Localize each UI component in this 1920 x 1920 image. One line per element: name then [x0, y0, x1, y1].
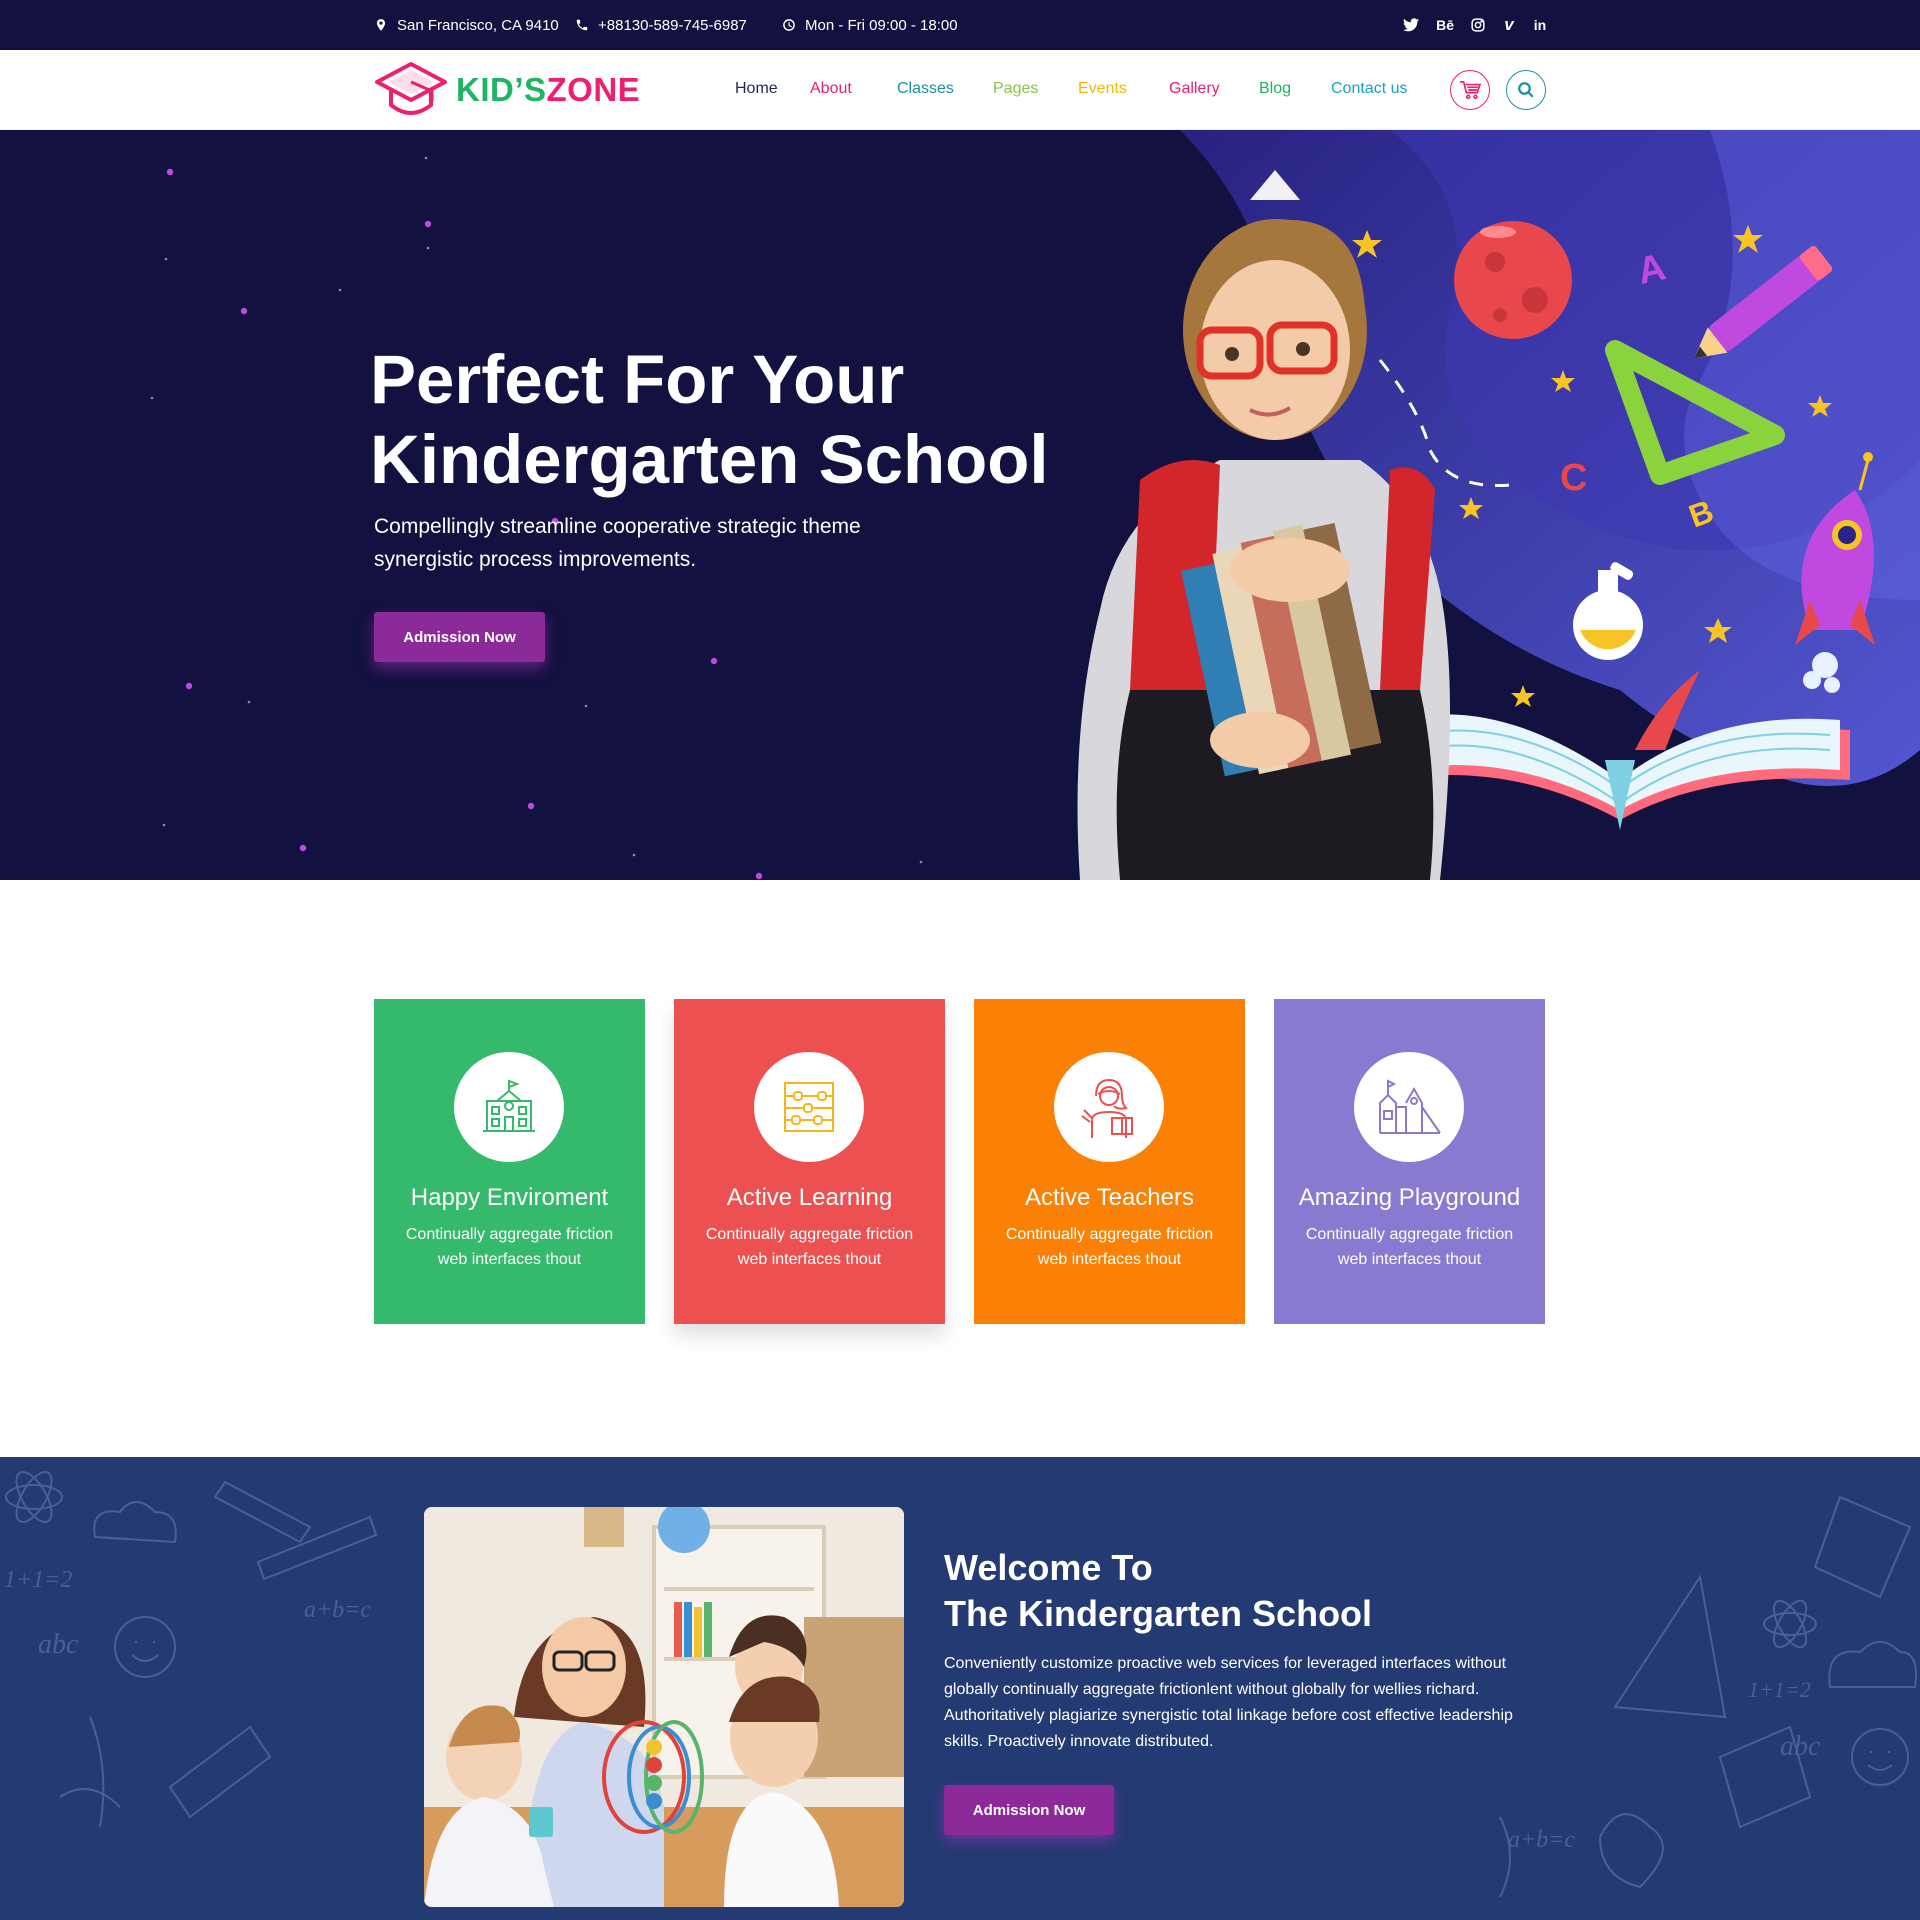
feature-icon-circle: [454, 1052, 564, 1162]
logo-text-kids: KID’S: [456, 71, 547, 108]
hero-subtitle-line1: Compellingly streamline cooperative stra…: [374, 515, 861, 538]
feature-text-line1: Continually aggregate friction: [1005, 1226, 1214, 1243]
logo[interactable]: KID’SZONE: [374, 58, 640, 122]
linkedin-icon[interactable]: in: [1533, 17, 1547, 33]
nav-classes[interactable]: Classes: [897, 80, 954, 98]
feature-icon-circle: [1354, 1052, 1464, 1162]
hero-subtitle-line2: synergistic process improvements.: [374, 548, 697, 571]
main-header: KID’SZONE Home About Classes Pages Event…: [0, 50, 1920, 130]
feature-text: Continually aggregate friction web inter…: [1294, 1222, 1525, 1272]
feature-text-line2: web interfaces thout: [1337, 1251, 1482, 1268]
welcome-title-line2: The Kindergarten School: [944, 1593, 1373, 1634]
search-icon: [1518, 82, 1534, 98]
feature-text-line2: web interfaces thout: [737, 1251, 882, 1268]
feature-text-line1: Continually aggregate friction: [405, 1226, 614, 1243]
hero-subtitle: Compellingly streamline cooperative stra…: [374, 510, 934, 576]
vimeo-icon[interactable]: v: [1502, 15, 1516, 35]
feature-title: Active Learning: [726, 1184, 893, 1211]
welcome-title: Welcome To The Kindergarten School: [944, 1545, 1372, 1637]
teacher-icon: [1081, 1078, 1133, 1138]
logo-text: KID’SZONE: [456, 71, 640, 109]
abacus-icon: [784, 1082, 834, 1132]
feature-text: Continually aggregate friction web inter…: [994, 1222, 1225, 1272]
nav-gallery[interactable]: Gallery: [1169, 80, 1220, 98]
location-text: San Francisco, CA 9410: [397, 16, 559, 34]
playground-icon: [1379, 1079, 1441, 1134]
welcome-admission-button[interactable]: Admission Now: [944, 1785, 1114, 1835]
hours-text: Mon - Fri 09:00 - 18:00: [805, 16, 958, 34]
doodle-formula-right: a+b=c: [1508, 1827, 1575, 1853]
hero-title-line1: Perfect For Your: [370, 341, 905, 418]
nav-contact[interactable]: Contact us: [1331, 80, 1407, 98]
feature-icon-circle: [754, 1052, 864, 1162]
logo-text-zone: ZONE: [546, 71, 641, 108]
feature-card-teachers[interactable]: Active Teachers Continually aggregate fr…: [974, 999, 1245, 1324]
search-button[interactable]: [1506, 70, 1546, 110]
social-links: Bē v in: [1403, 0, 1547, 50]
hero-admission-button[interactable]: Admission Now: [374, 612, 545, 662]
doodle-formula: a+b=c: [304, 1597, 371, 1623]
feature-card-playground[interactable]: Amazing Playground Continually aggregate…: [1274, 999, 1545, 1324]
cart-icon: [1460, 81, 1481, 100]
feature-text-line1: Continually aggregate friction: [705, 1226, 914, 1243]
hero-section: A C B Perfect For Your Kindergarten Scho…: [0, 130, 1920, 880]
nav-blog[interactable]: Blog: [1259, 80, 1291, 98]
feature-text: Continually aggregate friction web inter…: [394, 1222, 625, 1272]
behance-icon[interactable]: Bē: [1436, 17, 1454, 33]
feature-text-line2: web interfaces thout: [437, 1251, 582, 1268]
feature-title: Active Teachers: [1025, 1184, 1194, 1211]
nav-about[interactable]: About: [810, 80, 852, 98]
hero-title-line2: Kindergarten School: [370, 421, 1049, 498]
feature-text-line1: Continually aggregate friction: [1305, 1226, 1514, 1243]
school-building-icon: [483, 1079, 535, 1132]
page: San Francisco, CA 9410 +88130-589-745-69…: [0, 0, 1920, 1920]
hero-title: Perfect For Your Kindergarten School: [370, 340, 1070, 500]
hero-illustration: A C B: [1077, 130, 1920, 880]
phone-text: +88130-589-745-6987: [598, 16, 747, 34]
feature-text-line2: web interfaces thout: [1037, 1251, 1182, 1268]
graduation-cap-icon: [375, 62, 447, 115]
twitter-icon[interactable]: [1403, 18, 1420, 32]
phone-info[interactable]: +88130-589-745-6987: [575, 0, 747, 50]
welcome-text: Conveniently customize proactive web ser…: [944, 1655, 1513, 1750]
welcome-title-line1: Welcome To: [944, 1547, 1153, 1588]
map-pin-icon: [376, 19, 386, 31]
phone-icon: [576, 19, 588, 31]
location-info: San Francisco, CA 9410: [374, 0, 559, 50]
feature-card-learning[interactable]: Active Learning Continually aggregate fr…: [674, 999, 945, 1324]
instagram-icon[interactable]: [1471, 18, 1485, 32]
doodle-abc: abc: [38, 1629, 79, 1660]
cart-button[interactable]: [1450, 70, 1490, 110]
feature-icon-circle: [1054, 1052, 1164, 1162]
doodle-equation: 1+1=2: [4, 1567, 72, 1593]
feature-text: Continually aggregate friction web inter…: [694, 1222, 925, 1272]
classroom-photo: [424, 1507, 904, 1907]
doodle-equation-right: 1+1=2: [1748, 1677, 1811, 1702]
letter-c: C: [1560, 457, 1587, 499]
nav-home[interactable]: Home: [735, 80, 778, 98]
nav-pages[interactable]: Pages: [993, 80, 1038, 98]
welcome-section: 1+1=2 abc a+b=c 1+1=2 abc a+b=c Welcome …: [0, 1457, 1920, 1920]
feature-title: Happy Enviroment: [410, 1184, 609, 1211]
clock-icon: [783, 19, 795, 31]
feature-card-environment[interactable]: Happy Enviroment Continually aggregate f…: [374, 999, 645, 1324]
hours-info: Mon - Fri 09:00 - 18:00: [782, 0, 958, 50]
feature-title: Amazing Playground: [1298, 1184, 1521, 1211]
nav-events[interactable]: Events: [1078, 80, 1127, 98]
doodle-abc-right: abc: [1780, 1731, 1821, 1762]
top-bar: San Francisco, CA 9410 +88130-589-745-69…: [0, 0, 1920, 50]
